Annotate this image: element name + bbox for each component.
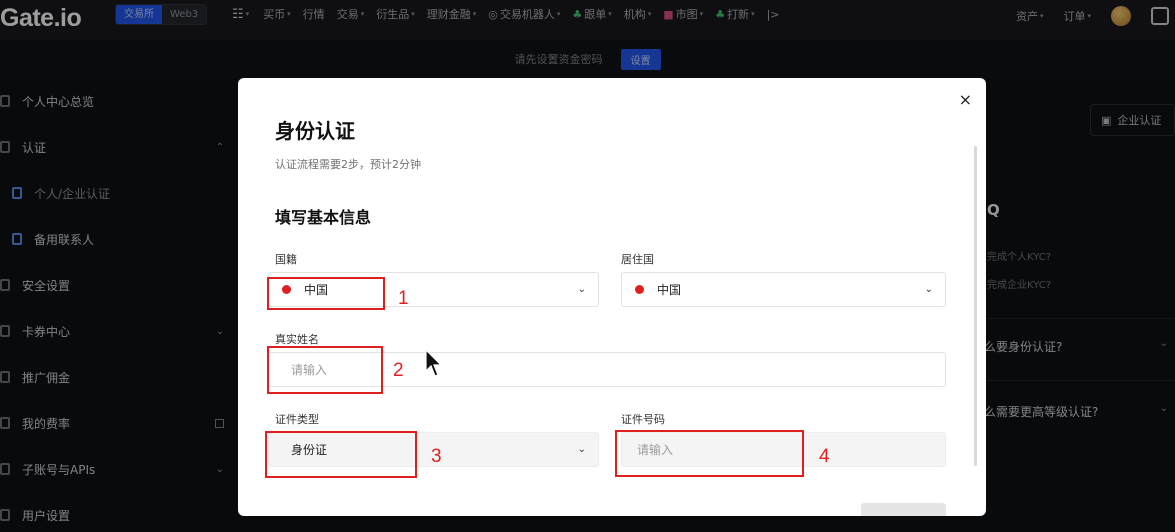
chevron-down-icon: ⌄ xyxy=(577,444,586,455)
section-title: 填写基本信息 xyxy=(275,208,372,227)
nationality-label: 国籍 xyxy=(275,253,297,266)
mouse-cursor-icon xyxy=(425,349,443,377)
chevron-down-icon: ⌄ xyxy=(924,284,933,295)
real-name-label: 真实姓名 xyxy=(275,333,319,346)
annotation-number-4: 4 xyxy=(819,446,830,467)
residence-label: 居住国 xyxy=(621,253,654,266)
modal-subtitle: 认证流程需要2步，预计2分钟 xyxy=(275,158,421,171)
residence-select[interactable]: 中国 ⌄ xyxy=(621,272,946,307)
id-type-label: 证件类型 xyxy=(275,413,319,426)
residence-value: 中国 xyxy=(657,283,682,297)
annotation-number-1: 1 xyxy=(398,288,409,309)
china-flag-icon xyxy=(635,285,644,294)
annotation-box-1 xyxy=(267,277,385,310)
annotation-number-2: 2 xyxy=(393,360,404,381)
modal-scrollbar[interactable] xyxy=(974,146,977,466)
chevron-down-icon: ⌄ xyxy=(577,284,586,295)
annotation-box-3 xyxy=(265,431,417,478)
annotation-box-4 xyxy=(615,430,804,477)
annotation-box-2 xyxy=(267,346,383,394)
next-step-button[interactable] xyxy=(861,503,946,516)
close-icon[interactable]: × xyxy=(959,90,972,109)
id-number-label: 证件号码 xyxy=(621,413,665,426)
annotation-number-3: 3 xyxy=(431,446,442,467)
modal-title: 身份认证 xyxy=(275,119,355,143)
